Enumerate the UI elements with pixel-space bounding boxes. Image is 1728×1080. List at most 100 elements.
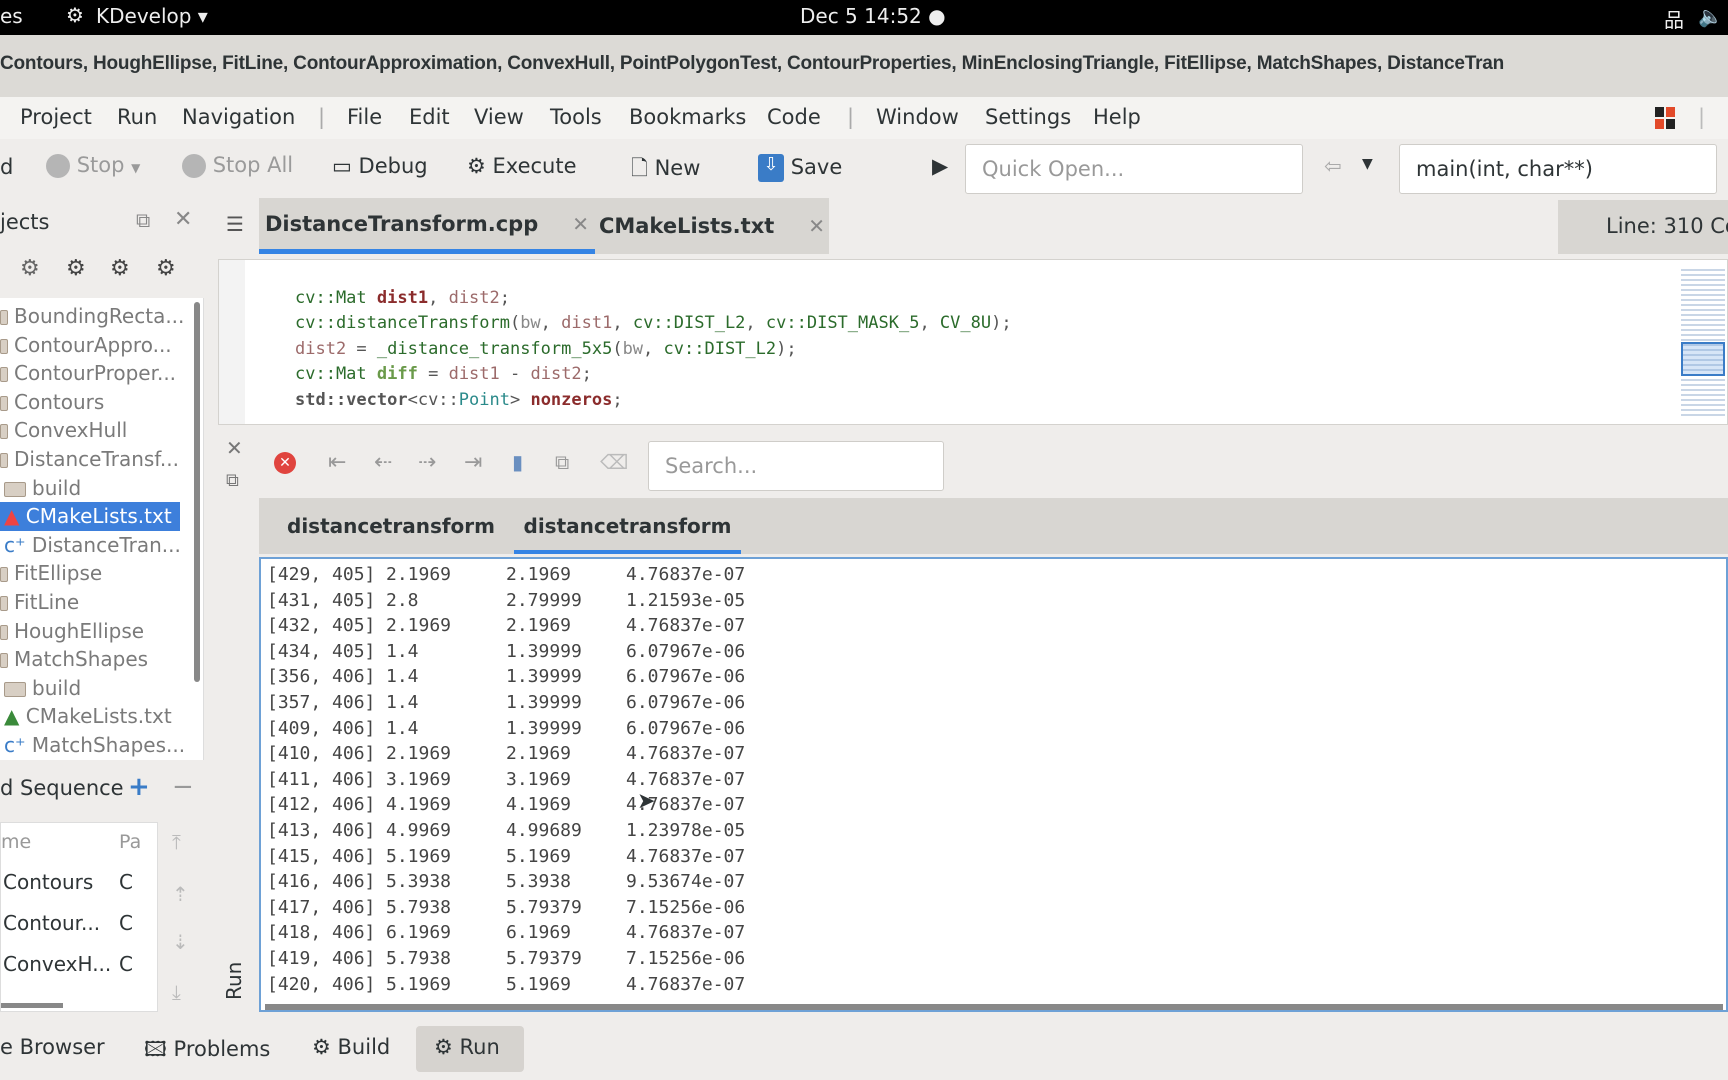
close-icon[interactable]: ✕ [174,207,192,232]
stop-button[interactable]: Stop ▼ [46,153,140,178]
minimap-viewport[interactable] [1681,342,1725,376]
menu-file[interactable]: File [347,105,382,129]
install-icon[interactable]: ⚙ [110,256,130,281]
horizontal-scrollbar[interactable] [1,1003,63,1008]
table-row[interactable]: Contours [3,870,93,894]
menu-edit[interactable]: Edit [409,105,450,129]
first-item-icon[interactable]: ⇤ [328,450,346,475]
last-item-icon[interactable]: ⇥ [464,450,482,475]
menu-window[interactable]: Window [876,105,959,129]
menu-settings[interactable]: Settings [985,105,1071,129]
horizontal-scrollbar[interactable] [265,1004,1723,1010]
code-line: cv::Mat dist1, dist2; [295,288,511,308]
tree-item[interactable]: build [0,474,81,503]
tree-item[interactable]: ContourAppro... [0,331,172,360]
dist1-value: 1.4 [386,717,419,739]
menu-help[interactable]: Help [1093,105,1141,129]
run-side-label[interactable]: Run [222,962,246,1000]
dist2-value: 1.39999 [506,666,582,688]
code-minimap[interactable] [1681,266,1725,418]
table-row[interactable]: ConvexH... [3,952,111,976]
tree-item[interactable]: c⁺ DistanceTran... [0,531,181,560]
remove-icon[interactable]: − [172,772,194,802]
new-button[interactable]: 🗋 New [631,154,700,189]
column-header-name[interactable]: me [1,831,31,853]
close-icon[interactable]: ✕ [226,436,243,460]
close-icon[interactable]: ✕ [572,212,589,236]
tree-item[interactable]: ContourProper... [0,359,176,388]
build-button[interactable]: d [0,155,13,179]
menu-bookmarks[interactable]: Bookmarks [629,105,746,129]
output-tab[interactable]: distancetransform [287,514,495,538]
clock[interactable]: Dec 5 14:52 ● [800,4,946,28]
clean-icon[interactable]: ⚙ [156,256,176,281]
document-list-icon[interactable]: ☰ [226,212,244,236]
copy-icon[interactable]: ⧉ [555,450,569,474]
run-output[interactable]: [429, 405] 2.1969 2.1969 4.76837e-07 [431, 4… [259,557,1728,1012]
build-sequence-title: d Sequence [0,776,124,800]
save-button[interactable]: ⇩ Save [758,154,842,182]
menu-navigation[interactable]: Navigation [182,105,295,129]
cmake-icon: ▲ [4,704,26,729]
configure-icon[interactable]: ⚙ [66,256,86,281]
menu-code[interactable]: Code [767,105,821,129]
tree-item[interactable]: build [0,674,81,703]
tree-item[interactable]: Contours [0,388,104,417]
tree-item[interactable]: BoundingRecta... [0,302,184,331]
column-header-path[interactable]: Pa [119,831,141,853]
dist1-value: 4.1969 [386,794,452,816]
clear-icon[interactable]: ⌫ [600,450,628,474]
bottom-tab-build[interactable]: ⚙ Build [312,1035,390,1059]
tree-item[interactable]: c⁺ MatchShapes... [0,731,185,760]
context-browser-input[interactable]: main(int, char**) [1399,144,1717,194]
menu-project[interactable]: Project [20,105,92,129]
menu-tools[interactable]: Tools [550,105,602,129]
tree-item[interactable]: FitEllipse [0,559,102,588]
close-icon[interactable]: ✕ [808,214,825,238]
tab-distancetransform-cpp[interactable]: DistanceTransform.cpp ✕ [259,198,595,254]
move-top-icon[interactable]: ⤒ [172,830,181,854]
output-search-input[interactable]: Search... [648,441,944,491]
code-editor[interactable]: cv::Mat dist1, dist2; cv::distanceTransf… [218,259,1728,425]
chevron-down-icon[interactable]: ▼ [1362,156,1373,172]
execute-button[interactable]: ⚙ Execute [467,154,577,178]
tree-item[interactable]: ▲ CMakeLists.txt [0,702,172,731]
tree-item[interactable]: ▲ CMakeLists.txt [0,502,180,531]
tree-item[interactable]: FitLine [0,588,79,617]
bottom-tab-run[interactable]: ⚙ Run [416,1026,524,1072]
output-tab-active[interactable]: distancetransform [514,514,741,554]
back-icon[interactable]: ⇦ [1324,154,1342,178]
move-bottom-icon[interactable]: ⤓ [172,980,181,1004]
tree-item[interactable]: HoughEllipse [0,617,144,646]
add-icon[interactable]: + [128,772,150,802]
more-arrow-icon[interactable]: ▶ [932,154,948,178]
move-up-icon[interactable]: ⇡ [172,882,189,906]
area-switcher-icon[interactable] [1655,107,1675,129]
debug-button[interactable]: ▭ Debug [332,154,428,178]
volume-icon[interactable]: 🔈 [1698,4,1723,28]
next-item-icon[interactable]: ⇢ [418,450,436,475]
app-menu[interactable]: KDevelop ▾ [96,4,208,28]
tree-item[interactable]: ConvexHull [0,416,127,445]
stop-job-icon[interactable]: ✕ [274,452,296,474]
menu-run[interactable]: Run [117,105,157,129]
float-icon[interactable]: ⧉ [136,208,150,232]
tab-cmakelists[interactable]: CMakeLists.txt ✕ [595,198,829,254]
select-activated-icon[interactable]: ▮ [512,450,523,474]
float-icon[interactable]: ⧉ [226,470,239,491]
tree-scrollbar[interactable] [194,302,200,682]
dist2-value: 6.1969 [506,922,572,944]
bottom-tab-problems[interactable]: 🖾 Problems [144,1035,270,1070]
menu-view[interactable]: View [474,105,524,129]
build-all-icon[interactable]: ⚙ [20,256,40,281]
move-down-icon[interactable]: ⇣ [172,930,189,954]
table-row[interactable]: Contour... [3,911,100,935]
previous-item-icon[interactable]: ⇠ [374,450,392,475]
stop-all-button[interactable]: Stop All [182,153,293,178]
tree-item[interactable]: DistanceTransf... [0,445,179,474]
bottom-tab-code-browser[interactable]: e Browser [0,1035,105,1059]
tree-item[interactable]: MatchShapes [0,645,148,674]
activities-button[interactable]: es [0,4,23,28]
quick-open-input[interactable]: Quick Open... [965,144,1303,194]
network-icon[interactable]: 品 [1664,4,1684,33]
